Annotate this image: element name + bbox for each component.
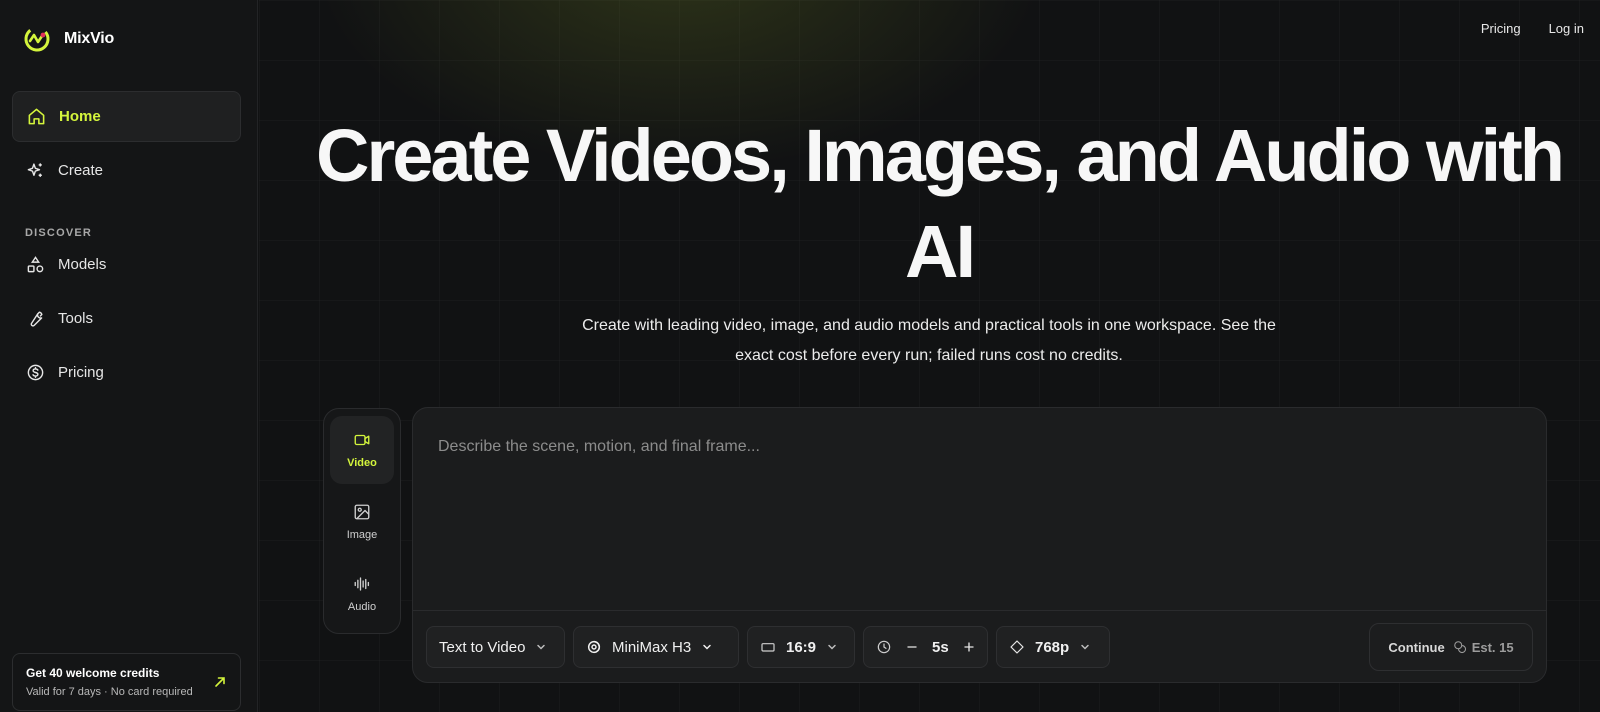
sidebar-item-home[interactable]: Home xyxy=(12,91,241,142)
cost-estimate: Est. 15 xyxy=(1453,640,1514,655)
sidebar-item-label: Tools xyxy=(58,310,94,327)
mode-image-tab[interactable]: Image xyxy=(330,488,394,556)
sparkles-icon xyxy=(27,163,42,177)
clock-icon xyxy=(877,640,891,654)
chevron-down-icon xyxy=(537,644,546,650)
aspect-ratio-select[interactable]: 16:9 xyxy=(747,626,855,668)
model-logo-icon xyxy=(587,640,601,654)
mode-audio-tab[interactable]: Audio xyxy=(330,560,394,628)
wrench-icon xyxy=(30,311,43,327)
sidebar: MixVio Home Create DISCOVER Models Tools… xyxy=(0,0,258,712)
sidebar-item-label: Create xyxy=(58,162,104,179)
mode-label: Audio xyxy=(347,601,377,613)
chevron-down-icon xyxy=(828,644,836,650)
generation-mode-select[interactable]: Text to Video xyxy=(426,626,565,668)
hero-subtitle: Create with leading video, image, and au… xyxy=(582,317,1276,364)
sidebar-item-tools[interactable]: Tools xyxy=(12,293,241,344)
promo-title: Get 40 welcome credits xyxy=(26,666,160,680)
continue-button[interactable]: Continue Est. 15 xyxy=(1369,623,1533,671)
sidebar-item-label: Models xyxy=(58,256,107,273)
chevron-down-icon xyxy=(1081,644,1089,650)
continue-label: Continue xyxy=(1388,639,1445,655)
resolution-value: 768p xyxy=(1035,638,1070,656)
sidebar-item-label: Home xyxy=(59,108,101,125)
chevron-down-icon xyxy=(703,644,711,650)
login-link[interactable]: Log in xyxy=(1549,21,1584,36)
image-icon xyxy=(354,504,370,520)
model-value: MiniMax H3 xyxy=(612,638,692,656)
sidebar-item-pricing[interactable]: Pricing xyxy=(12,347,241,398)
hero-title: Create Videos, Images, and Audio with AI xyxy=(316,114,1565,293)
shapes-icon xyxy=(27,256,44,273)
diamond-icon xyxy=(1010,640,1024,654)
section-label-discover: DISCOVER xyxy=(25,227,93,239)
aspect-ratio-value: 16:9 xyxy=(786,638,817,656)
top-nav: Pricing Log in xyxy=(1481,21,1584,36)
sidebar-item-create[interactable]: Create xyxy=(12,145,241,196)
panel-divider xyxy=(413,610,1546,611)
brand[interactable]: MixVio xyxy=(22,24,114,54)
prompt-panel: Text to Video MiniMax H3 16:9 5s 768p Co… xyxy=(412,407,1547,683)
video-icon xyxy=(354,434,370,446)
brand-name: MixVio xyxy=(64,30,115,47)
promo-subtitle: Valid for 7 days · No card required xyxy=(26,686,193,698)
mode-label: Video xyxy=(347,457,377,469)
prompt-input[interactable] xyxy=(413,408,1546,610)
dollar-circle-icon xyxy=(27,364,44,381)
waveform-icon xyxy=(354,577,370,591)
sidebar-item-models[interactable]: Models xyxy=(12,239,241,290)
plus-icon[interactable] xyxy=(961,639,977,655)
coins-icon xyxy=(1453,641,1466,654)
mode-label: Image xyxy=(346,529,378,541)
duration-stepper: 5s xyxy=(863,626,988,668)
mode-switcher: Video Image Audio xyxy=(323,408,401,634)
model-select[interactable]: MiniMax H3 xyxy=(573,626,739,668)
minus-icon[interactable] xyxy=(904,639,920,655)
aspect-ratio-icon xyxy=(761,643,775,652)
home-icon xyxy=(28,108,45,125)
mixvio-logo-icon xyxy=(24,26,50,52)
cost-estimate-value: Est. 15 xyxy=(1471,639,1514,655)
duration-value: 5s xyxy=(932,638,949,656)
generation-mode-value: Text to Video xyxy=(439,638,526,656)
resolution-select[interactable]: 768p xyxy=(996,626,1110,668)
arrow-up-right-icon xyxy=(215,677,225,687)
welcome-credits-promo[interactable]: Get 40 welcome credits Valid for 7 days … xyxy=(12,653,241,711)
main-content: Pricing Log in Create Videos, Images, an… xyxy=(259,0,1600,712)
top-nav-pricing-link[interactable]: Pricing xyxy=(1481,21,1521,36)
sidebar-item-label: Pricing xyxy=(58,364,104,381)
mode-video-tab[interactable]: Video xyxy=(330,416,394,484)
